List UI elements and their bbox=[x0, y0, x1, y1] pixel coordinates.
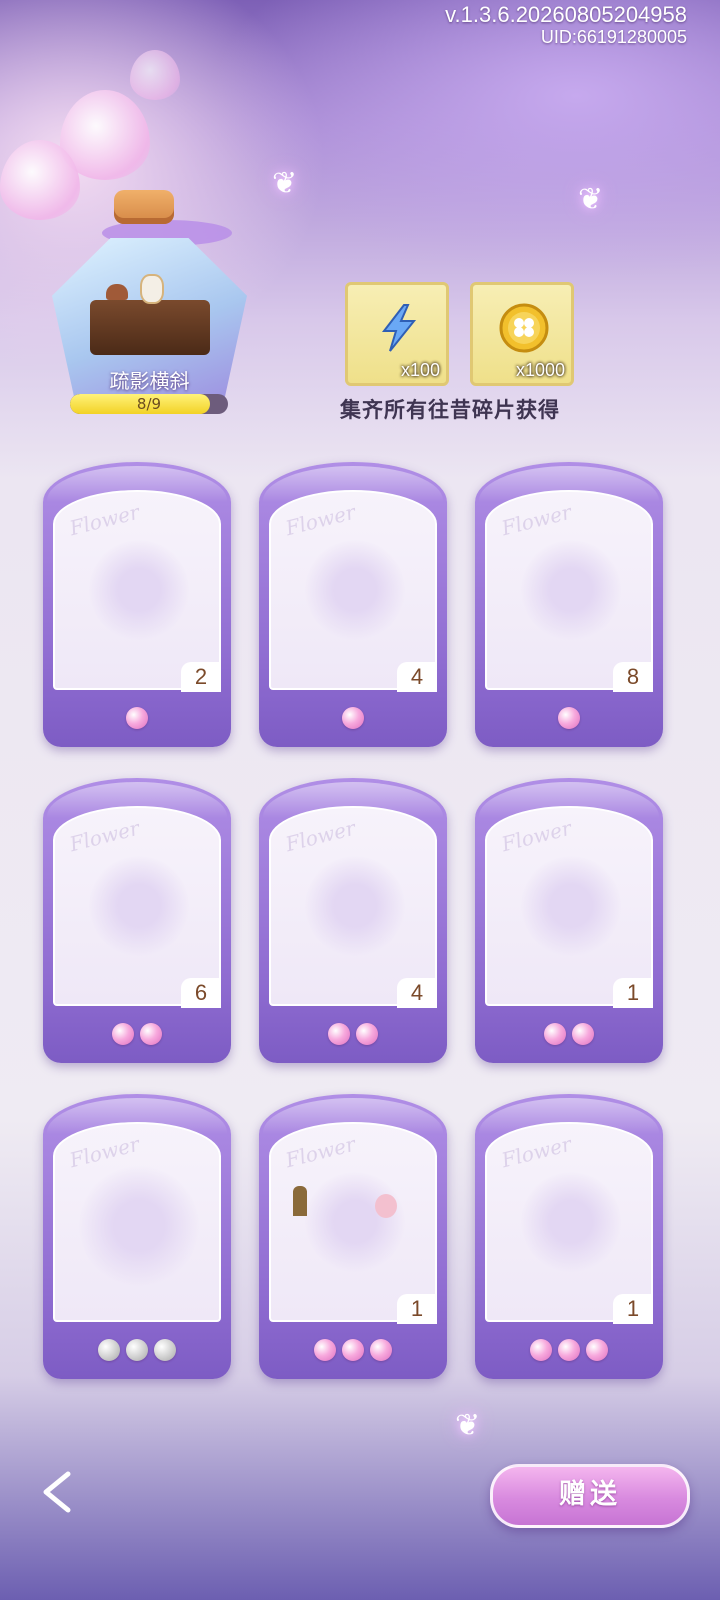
pearl-icon bbox=[356, 1023, 378, 1045]
pearl-icon bbox=[154, 1339, 176, 1361]
bottle-name: 疏影横斜 bbox=[109, 369, 190, 393]
rarity-pearls bbox=[43, 707, 231, 729]
fragment-card[interactable]: Flower 4 bbox=[259, 462, 447, 747]
fragment-card[interactable]: Flower 2 bbox=[43, 462, 231, 747]
pearl-icon bbox=[112, 1023, 134, 1045]
pearl-icon bbox=[314, 1339, 336, 1361]
fragment-card[interactable]: Flower 6 bbox=[43, 778, 231, 1063]
card-count: 2 bbox=[181, 662, 221, 692]
pearl-icon bbox=[126, 1339, 148, 1361]
reward-coin[interactable]: x1000 bbox=[470, 282, 574, 386]
butterfly-icon: ❦ bbox=[455, 1408, 481, 1443]
rarity-pearls bbox=[475, 1023, 663, 1045]
pearl-icon bbox=[544, 1023, 566, 1045]
card-count: 4 bbox=[397, 662, 437, 692]
rarity-pearls bbox=[259, 1339, 447, 1361]
pearl-icon bbox=[530, 1339, 552, 1361]
fragment-card[interactable]: Flower 1 bbox=[259, 1094, 447, 1379]
card-count: 6 bbox=[181, 978, 221, 1008]
gift-button[interactable]: 赠送 bbox=[490, 1464, 690, 1528]
fragment-card[interactable]: Flower 1 bbox=[475, 1094, 663, 1379]
card-art: Flower bbox=[485, 806, 653, 1006]
clover-coin-icon bbox=[499, 303, 549, 353]
rarity-pearls bbox=[475, 707, 663, 729]
reward-qty: x1000 bbox=[515, 360, 565, 380]
pearl-icon bbox=[140, 1023, 162, 1045]
lamp-icon bbox=[106, 284, 128, 300]
version-info: v.1.3.6.20260805204958 UID:66191280005 bbox=[445, 4, 687, 48]
version-build: v.1.3.6.20260805204958 bbox=[445, 2, 687, 27]
desk-icon bbox=[90, 300, 210, 355]
butterfly-icon: ❦ bbox=[578, 182, 604, 217]
fragment-card-empty[interactable]: Flower bbox=[43, 1094, 231, 1379]
butterfly-icon: ❦ bbox=[272, 166, 298, 201]
pearl-icon bbox=[98, 1339, 120, 1361]
pearl-icon bbox=[558, 707, 580, 729]
card-art: Flower bbox=[485, 1122, 653, 1322]
fragment-card[interactable]: Flower 4 bbox=[259, 778, 447, 1063]
progress-text: 8/9 bbox=[136, 395, 162, 413]
pearl-icon bbox=[342, 707, 364, 729]
card-art: Flower bbox=[485, 490, 653, 690]
card-art: Flower bbox=[269, 490, 437, 690]
card-count: 1 bbox=[613, 1294, 653, 1324]
fragment-card[interactable]: Flower 8 bbox=[475, 462, 663, 747]
card-count: 4 bbox=[397, 978, 437, 1008]
pearl-icon bbox=[558, 1339, 580, 1361]
card-art: Flower bbox=[269, 1122, 437, 1322]
card-art: Flower bbox=[269, 806, 437, 1006]
pearl-icon bbox=[370, 1339, 392, 1361]
rarity-pearls bbox=[259, 1023, 447, 1045]
bottle-progress-bar: 8/9 bbox=[70, 394, 228, 414]
pearl-icon bbox=[126, 707, 148, 729]
card-count: 1 bbox=[613, 978, 653, 1008]
card-count: 1 bbox=[397, 1294, 437, 1324]
mirror-icon bbox=[140, 274, 164, 304]
rarity-pearls bbox=[475, 1339, 663, 1361]
pearl-icon bbox=[572, 1023, 594, 1045]
card-art: Flower bbox=[53, 806, 221, 1006]
pearl-icon bbox=[328, 1023, 350, 1045]
user-uid: UID:66191280005 bbox=[540, 27, 687, 47]
fragment-card[interactable]: Flower 1 bbox=[475, 778, 663, 1063]
collection-bottle[interactable]: 疏影横斜 8/9 bbox=[52, 190, 247, 415]
card-art: Flower bbox=[53, 1122, 221, 1322]
pearl-icon bbox=[586, 1339, 608, 1361]
petal-decoration bbox=[130, 50, 180, 100]
reward-energy[interactable]: x100 bbox=[345, 282, 449, 386]
card-art: Flower bbox=[53, 490, 221, 690]
lightning-icon bbox=[381, 304, 417, 352]
card-count: 8 bbox=[613, 662, 653, 692]
rarity-pearls bbox=[43, 1023, 231, 1045]
back-arrow-icon[interactable] bbox=[38, 1470, 82, 1514]
pearl-icon bbox=[342, 1339, 364, 1361]
cork-icon bbox=[114, 190, 174, 224]
reward-note: 集齐所有往昔碎片获得 bbox=[340, 397, 560, 422]
rarity-pearls bbox=[43, 1339, 231, 1361]
rarity-pearls bbox=[259, 707, 447, 729]
reward-qty: x100 bbox=[400, 360, 440, 380]
